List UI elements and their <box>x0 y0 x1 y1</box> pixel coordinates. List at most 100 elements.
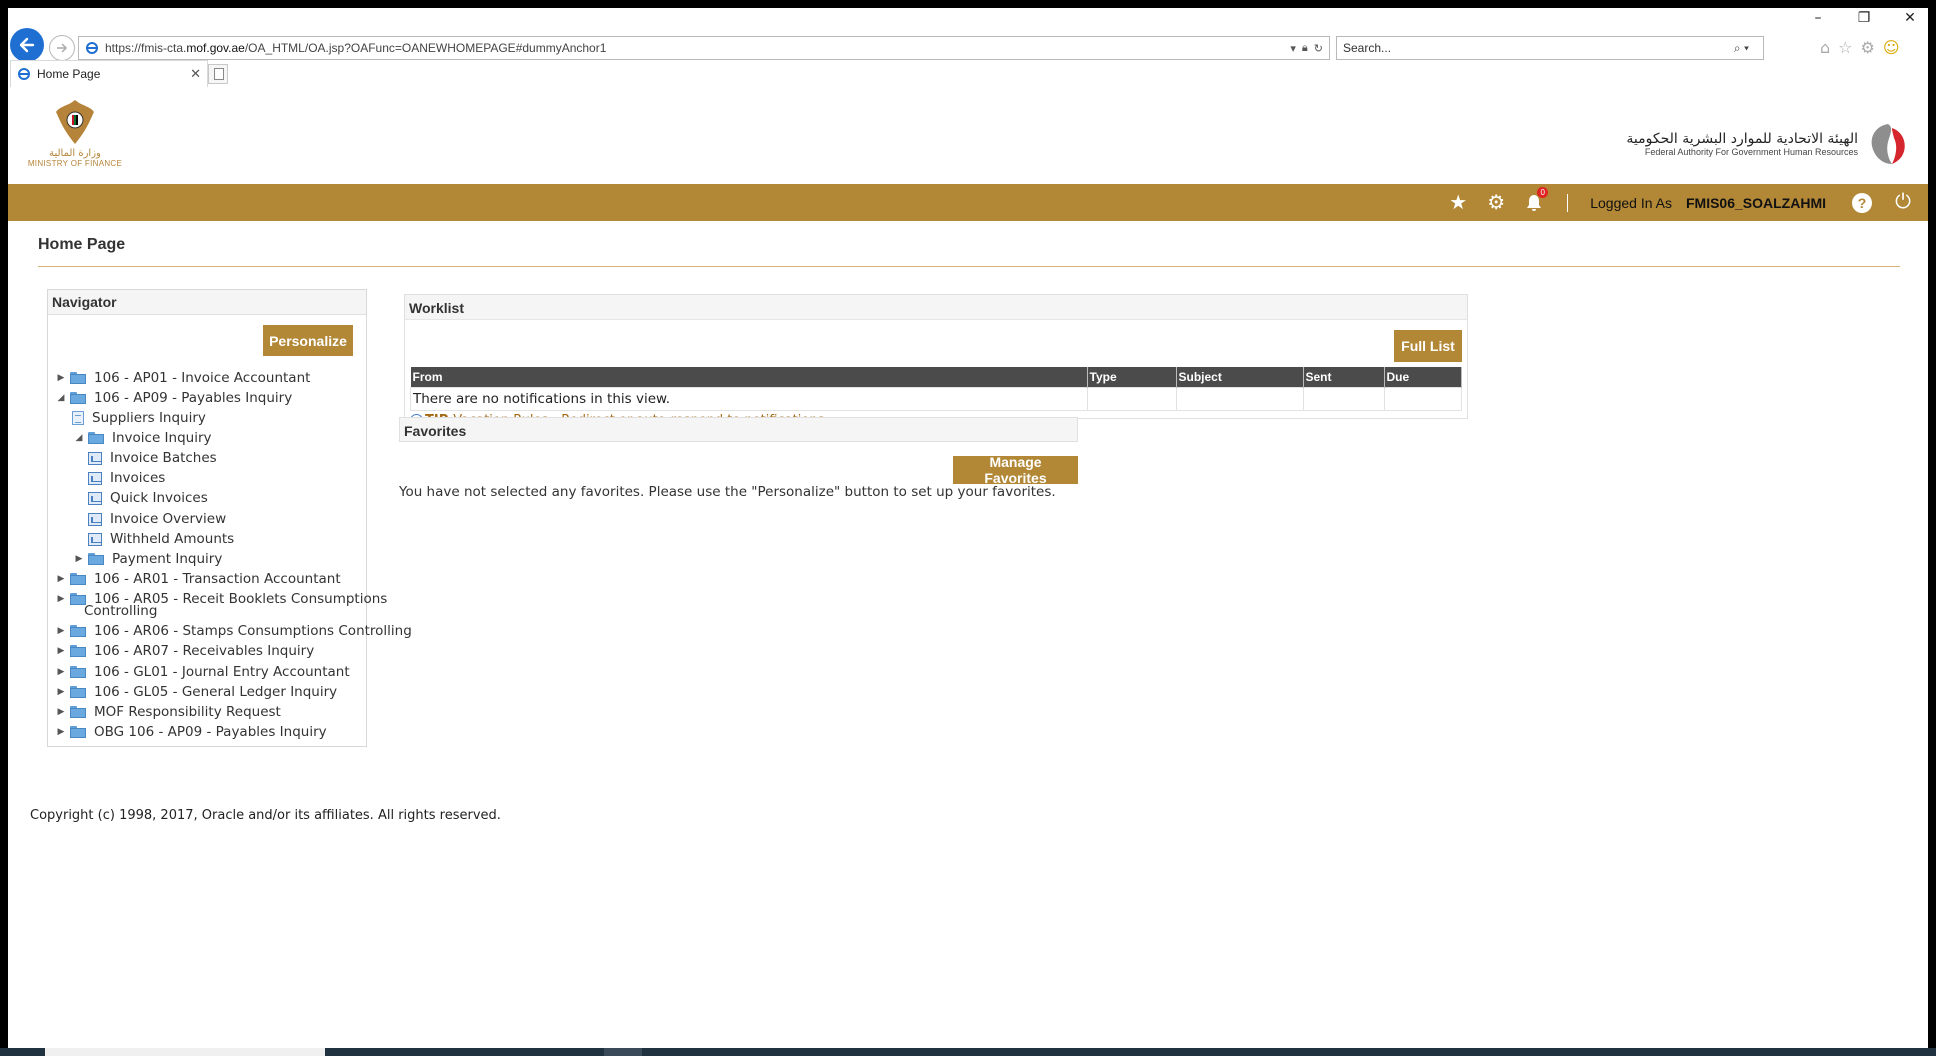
tree-node-suppliers-inquiry[interactable]: Suppliers Inquiry <box>72 410 206 426</box>
tree-node-invoices[interactable]: Invoices <box>88 470 165 486</box>
home-icon[interactable]: ⌂ <box>1820 38 1830 57</box>
tree-node-gl05[interactable]: ▶ 106 - GL05 - General Ledger Inquiry <box>56 684 338 700</box>
folder-icon <box>70 726 86 738</box>
navigator-panel: Navigator Personalize ▶ 106 - AP01 - Invo… <box>47 289 412 747</box>
tab-bar: Home Page ✕ <box>8 60 1928 90</box>
column-sent[interactable]: Sent <box>1303 367 1385 388</box>
tree-node-ar01[interactable]: ▶ 106 - AR01 - Transaction Accountant <box>56 571 341 587</box>
full-list-button[interactable]: Full List <box>1394 330 1462 362</box>
tab-label: Home Page <box>37 67 101 81</box>
settings-gear-icon[interactable]: ⚙ <box>1485 192 1507 214</box>
help-icon[interactable]: ? <box>1852 192 1872 213</box>
favorites-star-icon[interactable]: ☆ <box>1838 38 1852 57</box>
logged-in-label: Logged In As <box>1590 194 1672 211</box>
folder-icon <box>70 372 86 384</box>
smiley-icon[interactable]: ☺ <box>1883 38 1900 57</box>
search-icon[interactable]: ⌕ ▾ <box>1734 41 1749 56</box>
page-title: Home Page <box>38 236 126 253</box>
ie-icon <box>86 42 98 54</box>
folder-icon <box>88 432 104 444</box>
worklist-panel: Worklist Full List From Type Subject Sen… <box>404 294 1468 428</box>
new-tab-button[interactable] <box>208 64 228 84</box>
function-icon <box>88 532 102 546</box>
expand-icon[interactable]: ▶ <box>56 667 66 677</box>
expand-icon[interactable]: ▶ <box>56 373 66 383</box>
tree-node-invoice-batches[interactable]: Invoice Batches <box>88 450 217 466</box>
browser-window: https://fmis-cta.mof.gov.ae/OA_HTML/OA.j… <box>8 8 1928 1048</box>
forward-button[interactable] <box>49 35 75 61</box>
folder-icon <box>70 573 86 585</box>
taskbar <box>0 1048 1936 1056</box>
back-button[interactable] <box>10 28 44 62</box>
tree-node-obg-ap09[interactable]: ▶ OBG 106 - AP09 - Payables Inquiry <box>56 724 327 740</box>
folder-icon <box>70 686 86 698</box>
expand-icon[interactable]: ▶ <box>56 707 66 717</box>
column-due[interactable]: Due <box>1384 367 1462 388</box>
logout-power-icon[interactable]: ⏻ <box>1892 191 1914 214</box>
favorites-title: Favorites <box>399 417 1078 442</box>
dropdown-arrow-icon[interactable]: ▾ <box>1290 42 1296 55</box>
folder-icon <box>70 392 86 404</box>
gear-icon[interactable]: ⚙ <box>1861 38 1875 57</box>
page-icon <box>72 411 84 425</box>
table-header-row: From Type Subject Sent Due <box>410 367 1462 388</box>
refresh-icon[interactable]: ↻ <box>1314 42 1323 55</box>
lock-icon[interactable]: 🔒︎ <box>1302 42 1308 55</box>
favorites-star-icon[interactable]: ★ <box>1447 192 1469 214</box>
taskbar-app[interactable] <box>604 1048 642 1056</box>
restore-icon[interactable]: ❐ <box>1852 10 1876 26</box>
tree-node-gl01[interactable]: ▶ 106 - GL01 - Journal Entry Accountant <box>56 664 350 680</box>
browser-toolbar: https://fmis-cta.mof.gov.ae/OA_HTML/OA.j… <box>8 8 1928 62</box>
folder-icon <box>70 706 86 718</box>
minimize-icon[interactable]: – <box>1806 10 1830 26</box>
copyright: Copyright (c) 1998, 2017, Oracle and/or … <box>30 808 501 823</box>
manage-favorites-button[interactable]: Manage Favorites <box>953 454 1078 486</box>
tree-node-mof-responsibility[interactable]: ▶ MOF Responsibility Request <box>56 704 281 720</box>
fahr-logo-ar: الهيئة الاتحادية للموارد البشرية الحكومي… <box>1626 131 1858 147</box>
function-icon <box>88 512 102 526</box>
expand-icon[interactable]: ▶ <box>56 594 66 604</box>
search-box[interactable]: Search... ⌕ ▾ <box>1336 36 1764 60</box>
tree-node-invoice-inquiry[interactable]: ◢ Invoice Inquiry <box>74 430 212 446</box>
folder-icon <box>88 553 104 565</box>
search-placeholder: Search... <box>1343 41 1392 55</box>
navigator-title: Navigator <box>48 290 366 315</box>
tree-node-ar07[interactable]: ▶ 106 - AR07 - Receivables Inquiry <box>56 643 315 659</box>
worklist-title: Worklist <box>405 295 1467 320</box>
collapse-icon[interactable]: ◢ <box>56 393 66 403</box>
tree-node-quick-invoices[interactable]: Quick Invoices <box>88 490 208 506</box>
title-divider <box>38 266 1900 267</box>
function-icon <box>88 491 102 505</box>
folder-icon <box>70 666 86 678</box>
address-bar[interactable]: https://fmis-cta.mof.gov.ae/OA_HTML/OA.j… <box>78 36 1330 60</box>
tab-home-page[interactable]: Home Page ✕ <box>10 60 208 87</box>
fahr-logo: الهيئة الاتحادية للموارد البشرية الحكومي… <box>1626 122 1908 166</box>
ministry-logo-ar: وزارة المالية <box>49 148 101 159</box>
notification-bell-icon[interactable]: 0 <box>1523 186 1549 214</box>
expand-icon[interactable]: ▶ <box>56 626 66 636</box>
close-icon[interactable]: ✕ <box>1898 10 1922 26</box>
column-type[interactable]: Type <box>1087 367 1177 388</box>
expand-icon[interactable]: ▶ <box>56 646 66 656</box>
expand-icon[interactable]: ▶ <box>56 687 66 697</box>
function-icon <box>88 451 102 465</box>
notification-count-badge: 0 <box>1537 186 1549 198</box>
tree-node-invoice-overview[interactable]: Invoice Overview <box>88 511 226 527</box>
expand-icon[interactable]: ▶ <box>74 554 84 564</box>
collapse-icon[interactable]: ◢ <box>74 433 84 443</box>
personalize-button[interactable]: Personalize <box>263 325 353 356</box>
tree-node-withheld-amounts[interactable]: Withheld Amounts <box>88 531 234 547</box>
favorites-message: You have not selected any favorites. Ple… <box>399 484 1056 500</box>
tree-node-ar06[interactable]: ▶ 106 - AR06 - Stamps Consumptions Contro… <box>56 623 412 639</box>
tab-close-icon[interactable]: ✕ <box>190 66 201 82</box>
expand-icon[interactable]: ▶ <box>56 574 66 584</box>
column-from[interactable]: From <box>410 367 1088 388</box>
tree-node-payment-inquiry[interactable]: ▶ Payment Inquiry <box>74 551 223 567</box>
tree-node-ap01[interactable]: ▶ 106 - AP01 - Invoice Accountant <box>56 370 311 386</box>
taskbar-search[interactable] <box>45 1048 325 1056</box>
column-subject[interactable]: Subject <box>1176 367 1304 388</box>
back-arrow-icon <box>19 37 35 53</box>
tree-node-ap09[interactable]: ◢ 106 - AP09 - Payables Inquiry <box>56 390 293 406</box>
folder-icon <box>70 625 86 637</box>
expand-icon[interactable]: ▶ <box>56 727 66 737</box>
